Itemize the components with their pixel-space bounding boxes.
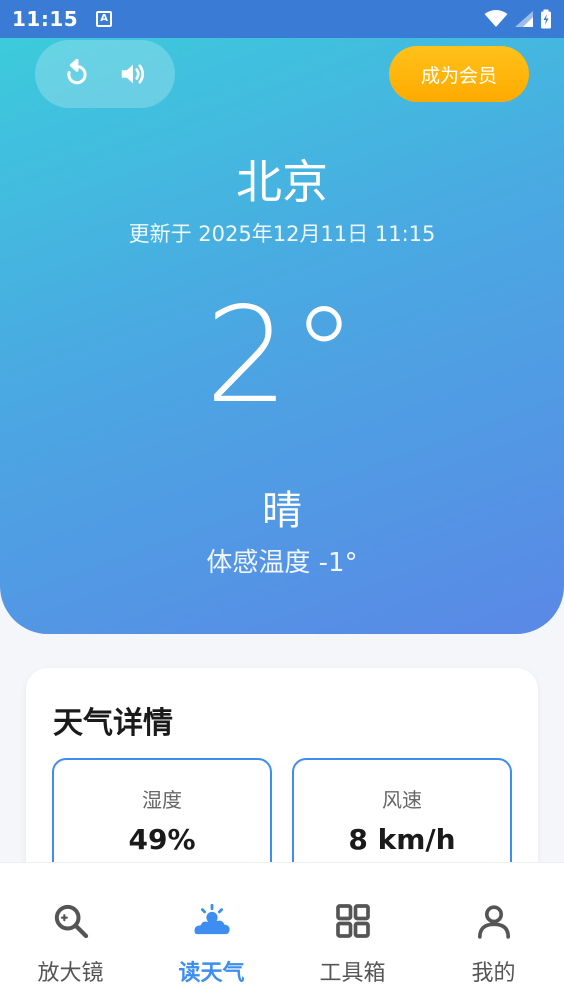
nav-label-magnifier: 放大镜 [37,961,104,986]
status-bar: 11:15 A [0,0,564,38]
refresh-icon [67,59,87,85]
nav-magnifier[interactable]: 放大镜 [0,863,141,1002]
weather-condition: 晴 [262,488,302,534]
person-icon [472,899,516,943]
weather-screen: 11:15 A 成为会员 北京 更新于 2025年12月11日 11:15 2°… [0,0,564,1002]
humidity-value: 49% [128,823,196,856]
weather-hero: 成为会员 北京 更新于 2025年12月11日 11:15 2° 晴 体感温度 … [0,38,564,634]
humidity-label: 湿度 [142,788,182,812]
nav-label-weather: 读天气 [178,961,245,986]
speaker-icon [121,64,145,84]
nav-mine[interactable]: 我的 [423,863,564,1002]
wind-speed-value: 8 km/h [348,823,456,856]
magnifier-icon [49,899,93,943]
status-time: 11:15 [12,7,79,31]
current-temperature: 2° [205,279,359,433]
updated-time: 更新于 2025年12月11日 11:15 [128,222,436,246]
bottom-nav: 放大镜 读天气 工具箱 我的 [0,862,564,1002]
nav-weather[interactable]: 读天气 [141,863,282,1002]
feels-like: 体感温度 -1° [206,548,358,578]
wind-speed-label: 风速 [382,788,422,812]
status-icons [484,9,552,29]
battery-icon [541,9,551,29]
nav-label-toolbox: 工具箱 [319,961,386,986]
notification-icon: A [96,11,113,27]
grid-icon [331,899,375,943]
details-title: 天气详情 [53,706,173,741]
nav-label-mine: 我的 [471,961,516,986]
city-name: 北京 [236,155,328,209]
audio-controls [35,40,175,108]
weather-icon [190,899,234,943]
signal-icon [515,11,533,27]
become-member-button[interactable]: 成为会员 [389,46,529,102]
refresh-button[interactable] [57,54,97,94]
speaker-button[interactable] [113,54,153,94]
nav-toolbox[interactable]: 工具箱 [282,863,423,1002]
wifi-icon [484,10,508,27]
